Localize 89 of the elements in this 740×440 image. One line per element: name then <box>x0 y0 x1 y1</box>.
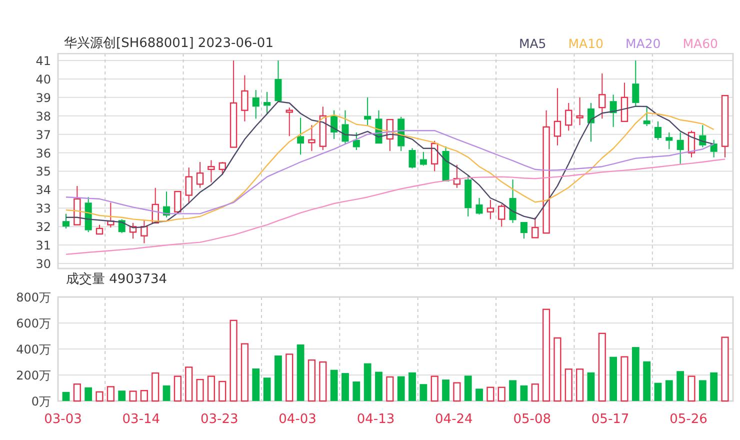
candlestick <box>565 102 572 132</box>
axis-tick-label: 05-08 <box>513 412 551 427</box>
candlestick <box>375 110 382 144</box>
candlestick <box>163 191 170 218</box>
candlestick <box>352 132 360 151</box>
candlestick <box>509 179 516 224</box>
legend-label: MA60 <box>682 36 718 52</box>
axis-tick-label: 36 <box>36 146 51 160</box>
candlestick <box>140 220 148 244</box>
axis-tick-label: 04-13 <box>356 412 395 427</box>
axis-tick-label: 0万 <box>31 394 51 408</box>
axis-tick-label: 39 <box>36 90 51 105</box>
candlestick <box>587 102 594 142</box>
axis-tick-label: 33 <box>36 202 51 216</box>
candlestick <box>129 222 137 240</box>
volume-title: 成交量 4903734 <box>66 272 168 288</box>
candlestick <box>241 74 248 122</box>
axis-tick-label: 35 <box>36 164 51 179</box>
candlestick <box>520 222 528 240</box>
axis-tick-label: 41 <box>36 54 51 68</box>
axis-tick-label: 03-03 <box>44 412 82 427</box>
candlestick <box>96 224 104 235</box>
axis-tick-label: 04-24 <box>435 412 473 427</box>
candlestick <box>62 213 70 229</box>
candlestick <box>554 88 562 146</box>
axis-tick-label: 30 <box>36 257 51 270</box>
candlestick <box>386 118 394 152</box>
candlestick <box>297 117 304 156</box>
axis-tick-label: 200万 <box>16 368 51 382</box>
candlestick <box>476 198 483 216</box>
candlestick <box>666 132 673 150</box>
candlestick <box>643 106 650 127</box>
candlestick <box>486 199 494 220</box>
candlestick <box>174 190 182 214</box>
candlestick <box>710 139 718 158</box>
axis-tick-label: 05-26 <box>670 412 708 427</box>
candlestick <box>576 96 584 126</box>
candlestick <box>308 124 316 152</box>
candlestick <box>620 82 628 122</box>
axis-tick-label: 40 <box>36 72 51 86</box>
legend-label: MA10 <box>568 36 604 52</box>
candlestick <box>286 107 293 137</box>
candlestick <box>252 90 260 120</box>
candlestick <box>420 151 427 166</box>
candlestick <box>107 202 114 228</box>
candlestick <box>208 160 215 183</box>
candlestick <box>654 120 662 140</box>
candlestick <box>676 132 684 164</box>
axis-tick-label: 31 <box>36 238 51 253</box>
axis-tick-label: 800万 <box>16 290 51 304</box>
candlestick <box>442 146 450 182</box>
axis-tick-label: 03-14 <box>122 412 160 427</box>
candlestick <box>431 140 438 172</box>
candlestick <box>264 91 271 115</box>
chart-title: 华兴源创[SH688001] 2023-06-01 <box>64 36 274 52</box>
candlestick <box>196 162 204 188</box>
candlestick <box>464 174 472 217</box>
candlestick <box>688 130 696 158</box>
axis-tick-label: 32 <box>36 220 51 234</box>
legend-label: MA5 <box>518 36 546 52</box>
candlestick <box>74 186 81 226</box>
candlestick <box>330 110 338 140</box>
axis-tick-label: 600万 <box>16 316 51 330</box>
axis-tick-label: 05-17 <box>591 412 630 427</box>
axis-tick-label: 37 <box>36 128 51 142</box>
candlestick <box>398 116 405 152</box>
candlestick <box>342 110 349 144</box>
candlestick <box>453 164 461 188</box>
candlestick <box>319 106 326 151</box>
candlestick <box>84 196 92 233</box>
axis-tick-label: 03-23 <box>200 412 238 427</box>
axis-tick-label: 400万 <box>16 342 51 356</box>
legend-label: MA20 <box>626 36 661 52</box>
candlestick <box>610 94 617 128</box>
candlestick <box>218 162 226 176</box>
candlestick <box>274 60 282 102</box>
candlestick <box>498 204 506 228</box>
candlestick <box>721 94 729 158</box>
axis-tick-label: 04-03 <box>278 412 316 427</box>
candlestick <box>364 96 372 126</box>
axis-tick-label: 38 <box>36 109 51 124</box>
candlestick <box>152 187 159 224</box>
axis-tick-label: 34 <box>36 183 51 198</box>
candlestick <box>408 148 416 169</box>
candlestick <box>532 216 539 238</box>
candlestick <box>598 72 606 120</box>
candlestick <box>632 60 640 108</box>
candlestick <box>699 124 706 148</box>
candlestick <box>185 167 192 204</box>
